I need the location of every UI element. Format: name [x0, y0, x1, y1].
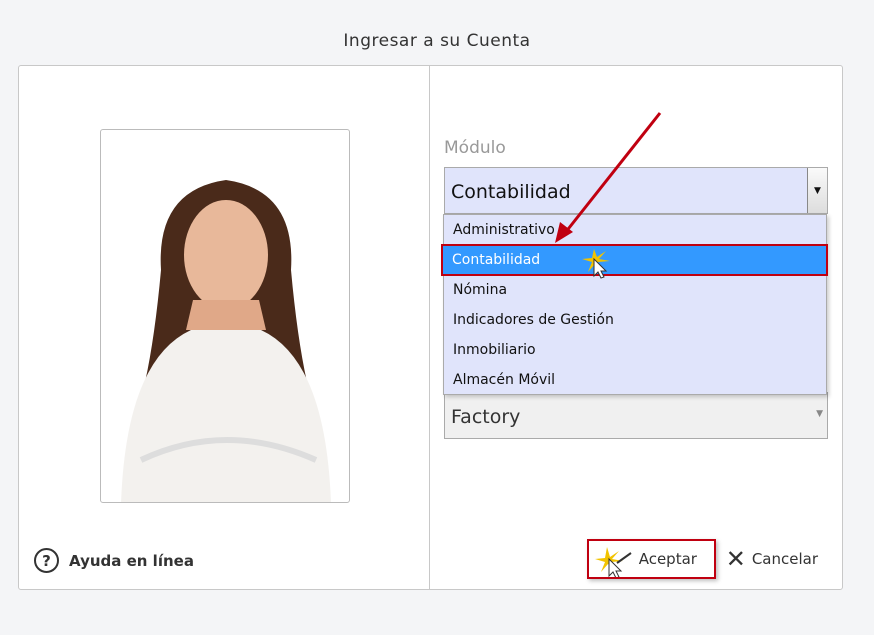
option-inmobiliario[interactable]: Inmobiliario — [444, 335, 826, 365]
company-selected-value: Factory — [451, 406, 521, 428]
accept-button[interactable]: Aceptar — [586, 539, 716, 579]
module-dropdown-list: Administrativo Contabilidad Nómina Indic… — [441, 214, 828, 395]
company-select[interactable]: Factory ▼ — [444, 392, 828, 439]
chevron-down-icon[interactable]: ▼ — [816, 409, 823, 419]
option-administrativo[interactable]: Administrativo — [444, 215, 826, 245]
help-icon: ? — [34, 548, 59, 573]
option-nomina[interactable]: Nómina — [444, 275, 826, 305]
option-contabilidad[interactable]: Contabilidad — [441, 244, 828, 276]
module-select[interactable]: Contabilidad ▼ — [444, 167, 828, 214]
dialog-title: Ingresar a su Cuenta — [343, 31, 531, 51]
user-photo — [100, 129, 350, 503]
close-icon: ✕ — [725, 545, 746, 573]
login-dialog: ? Ayuda en línea Módulo Contabilidad ▼ F… — [18, 65, 843, 590]
chevron-down-icon[interactable]: ▼ — [807, 168, 827, 213]
module-selected-value: Contabilidad — [451, 181, 571, 203]
cancel-button[interactable]: ✕ Cancelar — [722, 545, 822, 573]
module-label: Módulo — [444, 138, 506, 158]
option-indicadores[interactable]: Indicadores de Gestión — [444, 305, 826, 335]
help-link[interactable]: ? Ayuda en línea — [34, 548, 194, 573]
click-burst-cursor-icon — [594, 547, 632, 577]
accept-label: Aceptar — [638, 550, 697, 568]
cancel-label: Cancelar — [751, 550, 818, 568]
option-almacen-movil[interactable]: Almacén Móvil — [444, 365, 826, 395]
help-label: Ayuda en línea — [69, 551, 194, 570]
divider — [429, 66, 430, 589]
